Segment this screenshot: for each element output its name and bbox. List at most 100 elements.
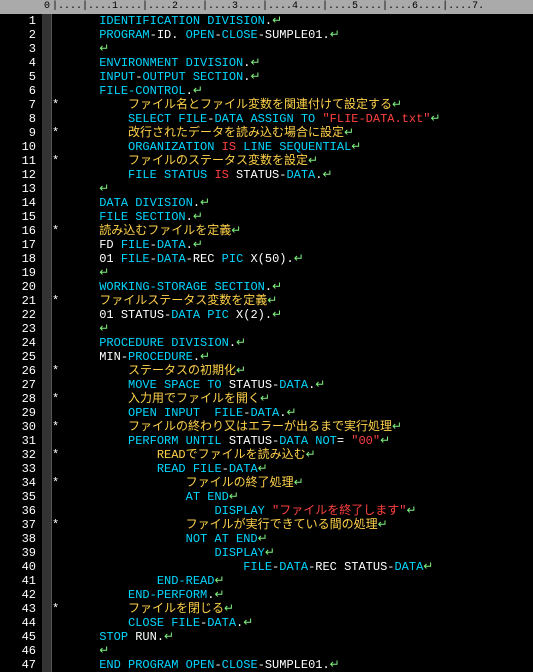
line-number: 39 xyxy=(0,546,36,560)
code-line[interactable]: INPUT-OUTPUT SECTION.↵ xyxy=(56,70,533,84)
token: DATA xyxy=(279,378,308,392)
code-line[interactable]: MOVE SPACE TO STATUS-DATA.↵ xyxy=(56,378,533,392)
comment-asterisk: * xyxy=(52,126,59,140)
ruler-origin: 0 xyxy=(42,0,52,14)
code-line[interactable]: CLOSE FILE-DATA.↵ xyxy=(56,616,533,630)
code-line[interactable]: PERFORM UNTIL STATUS-DATA NOT= "00"↵ xyxy=(56,434,533,448)
token: FILE xyxy=(243,560,272,574)
return-mark: ↵ xyxy=(250,70,260,84)
code-line[interactable]: STOP RUN.↵ xyxy=(56,630,533,644)
code-line[interactable]: 01 STATUS-DATA PIC X(2).↵ xyxy=(56,308,533,322)
token: END PROGRAM OPEN xyxy=(99,658,214,672)
code-line[interactable]: * ファイルが実行できている間の処理↵ xyxy=(56,518,533,532)
token: ファイルの終了処理 xyxy=(186,476,294,490)
code-line[interactable]: SELECT FILE-DATA ASSIGN TO "FLIE-DATA.tx… xyxy=(56,112,533,126)
code-line[interactable]: OPEN INPUT FILE-DATA.↵ xyxy=(56,406,533,420)
line-number: 28 xyxy=(0,392,36,406)
token: FD xyxy=(99,238,121,252)
code-line[interactable]: * 入力用でファイルを開く↵ xyxy=(56,392,533,406)
code-line[interactable]: ↵ xyxy=(56,42,533,56)
code-line[interactable]: * 読み込むファイルを定義↵ xyxy=(56,224,533,238)
code-line[interactable]: ↵ xyxy=(56,644,533,658)
token: PROCEDURE xyxy=(128,350,193,364)
return-mark: ↵ xyxy=(330,658,340,672)
token: DATA DIVISION xyxy=(99,196,193,210)
token: PIC xyxy=(222,252,244,266)
code-line[interactable]: FILE STATUS IS STATUS-DATA.↵ xyxy=(56,168,533,182)
token: 01 xyxy=(99,252,121,266)
code-line[interactable]: DISPLAY "ファイルを終了します"↵ xyxy=(56,504,533,518)
code-line[interactable]: * ファイルのステータス変数を設定↵ xyxy=(56,154,533,168)
token: - xyxy=(222,462,229,476)
token: -REC STATUS- xyxy=(308,560,394,574)
code-line[interactable]: READ FILE-DATA↵ xyxy=(56,462,533,476)
token: ステータスの初期化 xyxy=(128,364,236,378)
code-line[interactable]: ORGANIZATION IS LINE SEQUENTIAL↵ xyxy=(56,140,533,154)
code-line[interactable]: ↵ xyxy=(56,322,533,336)
code-line[interactable]: END-READ↵ xyxy=(56,574,533,588)
code-line[interactable]: FILE-DATA-REC STATUS-DATA↵ xyxy=(56,560,533,574)
token: OPEN xyxy=(186,28,215,42)
token: ファイルの終わり又はエラーが出るまで実行処理 xyxy=(128,420,392,434)
line-number: 12 xyxy=(0,168,36,182)
line-number: 34 xyxy=(0,476,36,490)
line-number: 42 xyxy=(0,588,36,602)
code-line[interactable]: DISPLAY↵ xyxy=(56,546,533,560)
return-mark: ↵ xyxy=(250,56,260,70)
code-line[interactable]: FD FILE-DATA.↵ xyxy=(56,238,533,252)
line-number: 25 xyxy=(0,350,36,364)
token: PERFORM UNTIL xyxy=(128,434,222,448)
code-line[interactable]: 01 FILE-DATA-REC PIC X(50).↵ xyxy=(56,252,533,266)
code-line[interactable]: WORKING-STORAGE SECTION.↵ xyxy=(56,280,533,294)
line-number: 17 xyxy=(0,238,36,252)
token: OUTPUT SECTION xyxy=(142,70,243,84)
return-mark: ↵ xyxy=(294,476,304,490)
token: -REC xyxy=(186,252,222,266)
code-line[interactable]: * READでファイルを読み込む↵ xyxy=(56,448,533,462)
comment-asterisk: * xyxy=(52,448,59,462)
token: . xyxy=(193,350,200,364)
return-mark: ↵ xyxy=(193,84,203,98)
token: DATA xyxy=(157,238,186,252)
token: IS xyxy=(214,168,228,182)
return-mark: ↵ xyxy=(200,196,210,210)
token: X(2). xyxy=(229,308,272,322)
return-mark: ↵ xyxy=(378,518,388,532)
code-line[interactable]: ↵ xyxy=(56,266,533,280)
code-line[interactable]: FILE-CONTROL.↵ xyxy=(56,84,533,98)
code-line[interactable]: END PROGRAM OPEN-CLOSE-SUMPLE01.↵ xyxy=(56,658,533,672)
token: DATA NOT xyxy=(279,434,337,448)
code-line[interactable]: * ファイル名とファイル変数を関連付けて設定する↵ xyxy=(56,98,533,112)
code-line[interactable]: END-PERFORM.↵ xyxy=(56,588,533,602)
return-mark: ↵ xyxy=(265,546,275,560)
code-line[interactable]: * ステータスの初期化↵ xyxy=(56,364,533,378)
return-mark: ↵ xyxy=(272,280,282,294)
token: - xyxy=(214,658,221,672)
comment-asterisk: * xyxy=(52,294,59,308)
code-line[interactable]: * ファイルステータス変数を定義↵ xyxy=(56,294,533,308)
code-area[interactable]: IDENTIFICATION DIVISION.↵ PROGRAM-ID. OP… xyxy=(52,14,533,672)
code-line[interactable]: DATA DIVISION.↵ xyxy=(56,196,533,210)
code-line[interactable]: MIN-PROCEDURE.↵ xyxy=(56,350,533,364)
code-line[interactable]: AT END↵ xyxy=(56,490,533,504)
code-line[interactable]: ↵ xyxy=(56,182,533,196)
line-number: 14 xyxy=(0,196,36,210)
line-number: 20 xyxy=(0,280,36,294)
code-line[interactable]: PROGRAM-ID. OPEN-CLOSE-SUMPLE01.↵ xyxy=(56,28,533,42)
code-line[interactable]: FILE SECTION.↵ xyxy=(56,210,533,224)
code-line[interactable]: PROCEDURE DIVISION.↵ xyxy=(56,336,533,350)
code-line[interactable]: NOT AT END↵ xyxy=(56,532,533,546)
comment-asterisk: * xyxy=(52,224,59,238)
code-line[interactable]: * ファイルの終了処理↵ xyxy=(56,476,533,490)
code-line[interactable]: * ファイルを閉じる↵ xyxy=(56,602,533,616)
code-line[interactable]: ENVIRONMENT DIVISION.↵ xyxy=(56,56,533,70)
token: = xyxy=(337,434,351,448)
token: -SUMPLE01. xyxy=(258,28,330,42)
code-line[interactable]: * 改行されたデータを読み込む場合に設定↵ xyxy=(56,126,533,140)
return-mark: ↵ xyxy=(231,224,241,238)
code-line[interactable]: IDENTIFICATION DIVISION.↵ xyxy=(56,14,533,28)
token: DATA xyxy=(229,462,258,476)
token: . xyxy=(265,280,272,294)
token: FILE xyxy=(121,238,150,252)
code-line[interactable]: * ファイルの終わり又はエラーが出るまで実行処理↵ xyxy=(56,420,533,434)
